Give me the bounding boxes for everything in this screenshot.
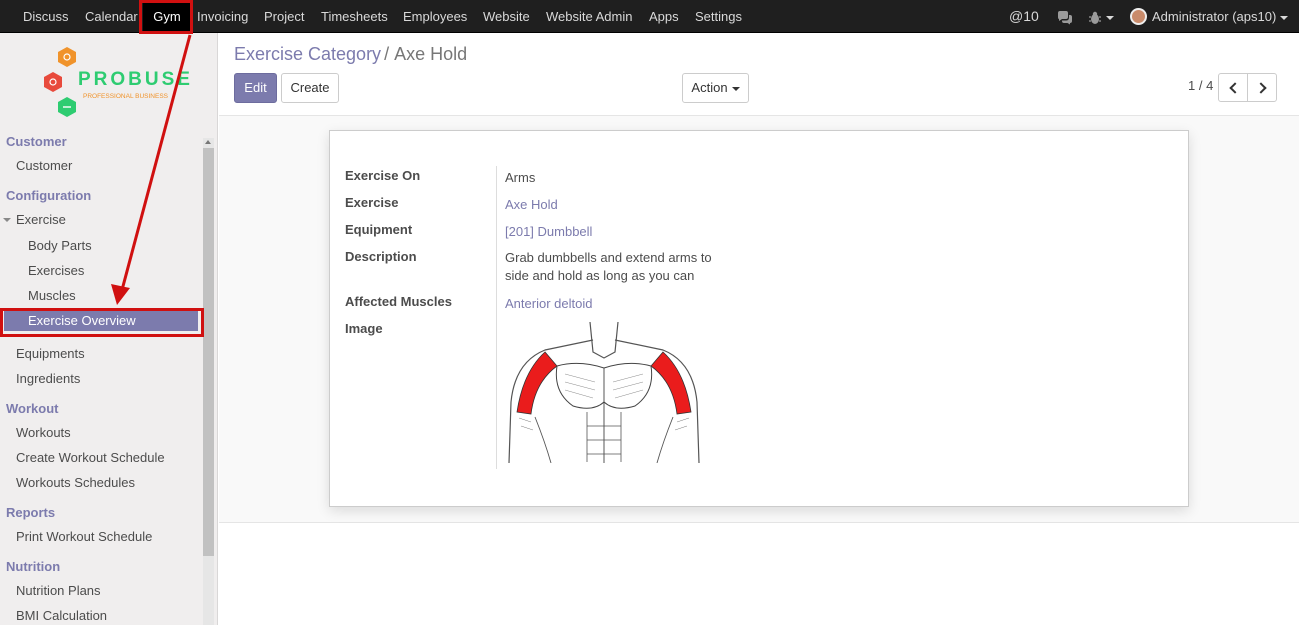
section-customer: Customer (6, 134, 67, 149)
sidebar-item-muscles[interactable]: Muscles (28, 288, 76, 303)
field-link-affected-muscles[interactable]: Anterior deltoid (505, 296, 592, 311)
create-button[interactable]: Create (281, 73, 339, 103)
section-nutrition: Nutrition (6, 559, 61, 574)
chevron-down-icon (731, 86, 740, 91)
sidebar-item-exercise[interactable]: Exercise (16, 212, 66, 227)
menu-calendar[interactable]: Calendar (85, 0, 138, 33)
user-name: Administrator (aps10) (1152, 9, 1277, 24)
sidebar-item-create-workout-schedule[interactable]: Create Workout Schedule (16, 450, 165, 465)
section-reports: Reports (6, 505, 56, 520)
form-sheet (329, 130, 1189, 507)
company-logo: PROBUSE PROFESSIONAL BUSINESS (40, 47, 190, 119)
section-workout: Workout (6, 401, 59, 416)
field-value-exercise-on: Arms (505, 170, 536, 185)
field-label-exercise-on: Exercise On (345, 168, 421, 183)
sidebar-item-print-workout-schedule[interactable]: Print Workout Schedule (16, 529, 152, 544)
breadcrumb-parent[interactable]: Exercise Category (234, 44, 381, 64)
scrollbar-thumb[interactable] (203, 148, 214, 556)
breadcrumb: Exercise Category / Axe Hold (234, 44, 467, 65)
pager-previous-button[interactable] (1218, 73, 1248, 102)
action-dropdown[interactable]: Action (682, 73, 749, 103)
field-label-equipment: Equipment (345, 222, 413, 237)
sidebar-item-workouts[interactable]: Workouts (16, 425, 71, 440)
field-divider (496, 166, 497, 469)
caret-down-icon[interactable] (3, 218, 11, 222)
field-value-description: Grab dumbbells and extend arms to side a… (505, 250, 712, 283)
logo-name: PROBUSE (78, 69, 193, 90)
menu-timesheets[interactable]: Timesheets (321, 0, 388, 33)
menu-discuss[interactable]: Discuss (23, 0, 69, 33)
chevron-left-icon (1229, 82, 1241, 94)
menu-website-admin[interactable]: Website Admin (546, 0, 632, 33)
sidebar-item-customer[interactable]: Customer (16, 158, 72, 173)
menu-project[interactable]: Project (264, 0, 304, 33)
section-configuration: Configuration (6, 188, 92, 203)
field-link-exercise[interactable]: Axe Hold (505, 197, 558, 212)
sidebar-item-nutrition-plans[interactable]: Nutrition Plans (16, 583, 101, 598)
annotation-highlight-gym (139, 0, 193, 34)
sidebar-item-workouts-schedules[interactable]: Workouts Schedules (16, 475, 135, 490)
edit-button[interactable]: Edit (234, 73, 277, 103)
menu-website[interactable]: Website (483, 0, 530, 33)
pager-next-button[interactable] (1247, 73, 1277, 102)
sidebar-item-body-parts[interactable]: Body Parts (28, 238, 92, 253)
debug-bug-icon[interactable] (1088, 0, 1114, 33)
menu-employees[interactable]: Employees (403, 0, 467, 33)
top-navbar: Discuss Calendar Gym Invoicing Project T… (0, 0, 1299, 33)
sidebar-item-bmi-calculation[interactable]: BMI Calculation (16, 608, 107, 623)
logo-tagline: PROFESSIONAL BUSINESS (83, 93, 169, 100)
breadcrumb-current: Axe Hold (394, 44, 468, 64)
avatar (1130, 8, 1147, 26)
sidebar-item-exercises[interactable]: Exercises (28, 263, 84, 278)
sidebar-scrollbar[interactable] (203, 138, 214, 625)
breadcrumb-separator: / (384, 44, 390, 64)
sidebar-item-ingredients[interactable]: Ingredients (16, 371, 80, 386)
muscle-diagram-image (505, 321, 703, 464)
sidebar-item-equipments[interactable]: Equipments (16, 346, 85, 361)
chevron-right-icon (1255, 82, 1267, 94)
scroll-up-arrow-icon[interactable] (205, 140, 211, 144)
menu-settings[interactable]: Settings (695, 0, 742, 33)
menu-apps[interactable]: Apps (649, 0, 679, 33)
mentions-counter[interactable]: @10 (1009, 0, 1039, 33)
chevron-down-icon (1280, 15, 1289, 20)
field-label-exercise: Exercise (345, 195, 399, 210)
field-link-equipment[interactable]: [201] Dumbbell (505, 224, 592, 239)
field-label-image: Image (345, 321, 383, 336)
chat-icon[interactable] (1057, 0, 1073, 33)
user-menu[interactable]: Administrator (aps10) (1130, 0, 1289, 33)
pager-value[interactable]: 1 / 4 (1188, 78, 1213, 93)
field-label-affected-muscles: Affected Muscles (345, 294, 452, 309)
menu-invoicing[interactable]: Invoicing (197, 0, 248, 33)
field-label-description: Description (345, 249, 417, 264)
action-label: Action (691, 80, 728, 95)
annotation-highlight-exercise-overview (0, 308, 204, 337)
